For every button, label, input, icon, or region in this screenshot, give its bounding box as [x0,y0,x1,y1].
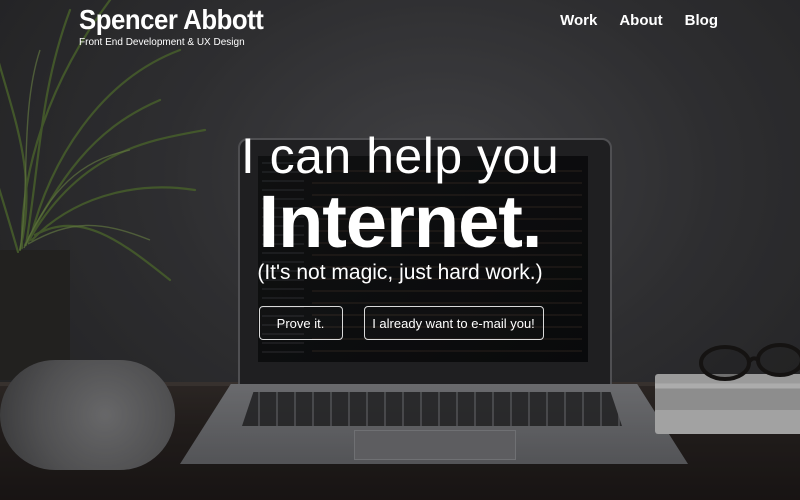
hero: I can help you Internet. (It's not magic… [0,128,800,288]
brand-name[interactable]: Spencer Abbott [79,4,264,36]
main-nav: Work About Blog [560,12,718,29]
nav-item-blog[interactable]: Blog [685,12,718,29]
nav-item-about[interactable]: About [619,12,662,29]
brand[interactable]: Spencer Abbott Front End Development & U… [79,4,279,48]
hero-headline-line2: Internet. [258,180,543,263]
hero-headline-line1: I can help you [240,128,560,184]
hero-subtitle: (It's not magic, just hard work.) [257,261,543,284]
hero-buttons: Prove it. I already want to e-mail you! [0,306,800,340]
prove-it-button[interactable]: Prove it. [258,306,343,340]
nav-item-work[interactable]: Work [560,12,597,29]
email-me-button[interactable]: I already want to e-mail you! [363,306,544,340]
brand-tagline: Front End Development & UX Design [79,37,245,48]
